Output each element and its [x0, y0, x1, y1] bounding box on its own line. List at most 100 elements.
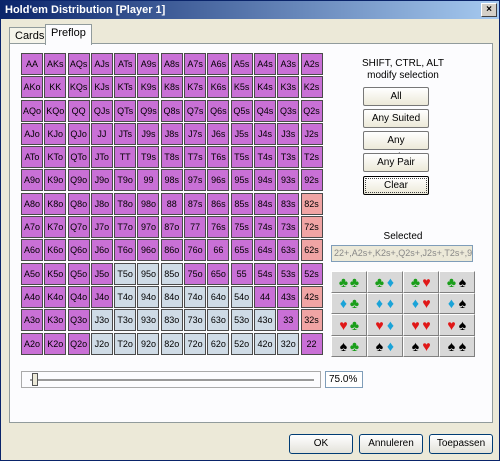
- hand-cell[interactable]: A9o: [21, 169, 43, 192]
- hand-cell[interactable]: K9o: [44, 169, 67, 192]
- hand-cell[interactable]: Q3s: [277, 99, 300, 122]
- hand-cell[interactable]: Q6s: [207, 99, 230, 122]
- hand-cell[interactable]: 76s: [207, 216, 230, 239]
- hand-cell[interactable]: 64o: [207, 285, 230, 308]
- hand-cell[interactable]: K8o: [44, 192, 67, 215]
- hand-cell[interactable]: 95o: [137, 262, 160, 285]
- suit-combo-club-heart[interactable]: ♣ ♥: [403, 271, 439, 293]
- hand-cell[interactable]: 33: [277, 309, 300, 332]
- hand-cell[interactable]: AQo: [21, 99, 43, 122]
- hand-cell[interactable]: 88: [160, 192, 183, 215]
- hand-cell[interactable]: 96s: [207, 169, 230, 192]
- suit-combo-heart-diamond[interactable]: ♥ ♦: [367, 314, 403, 336]
- hand-cell[interactable]: AKo: [21, 76, 43, 99]
- hand-cell[interactable]: 66: [207, 239, 230, 262]
- hand-cell[interactable]: A2s: [300, 53, 323, 75]
- hand-cell[interactable]: 82o: [160, 332, 183, 355]
- ok-button[interactable]: OK: [289, 434, 353, 454]
- selected-range-field[interactable]: 22+,A2s+,K2s+,Q2s+,J2s+,T2s+,9: [331, 245, 473, 262]
- hand-cell[interactable]: 72o: [184, 332, 207, 355]
- hand-cell[interactable]: K3o: [44, 309, 67, 332]
- hand-cell[interactable]: AKs: [44, 53, 67, 75]
- hand-cell[interactable]: 73s: [277, 216, 300, 239]
- hand-cell[interactable]: 85o: [160, 262, 183, 285]
- suit-combo-heart-spade[interactable]: ♥ ♠: [439, 314, 475, 336]
- hand-cell[interactable]: T8o: [114, 192, 137, 215]
- hand-cell[interactable]: K4o: [44, 285, 67, 308]
- hand-cell[interactable]: J5o: [90, 262, 113, 285]
- hand-cell[interactable]: 86s: [207, 192, 230, 215]
- hand-cell[interactable]: 72s: [300, 216, 323, 239]
- hand-cell[interactable]: J2s: [300, 122, 323, 145]
- hand-cell[interactable]: T8s: [160, 146, 183, 169]
- hand-cell[interactable]: 52s: [300, 262, 323, 285]
- range-slider[interactable]: [21, 371, 321, 388]
- hand-cell[interactable]: ATs: [114, 53, 137, 75]
- hand-cell[interactable]: A7o: [21, 216, 43, 239]
- hand-cell[interactable]: A8o: [21, 192, 43, 215]
- hand-cell[interactable]: 98s: [160, 169, 183, 192]
- hand-cell[interactable]: KQs: [67, 76, 90, 99]
- hand-cell[interactable]: 94s: [253, 169, 276, 192]
- suit-combo-spade-spade[interactable]: ♠ ♠: [439, 335, 475, 357]
- hand-cell[interactable]: Q4s: [253, 99, 276, 122]
- hand-cell[interactable]: J8o: [90, 192, 113, 215]
- hand-cell[interactable]: Q8s: [160, 99, 183, 122]
- hand-cell[interactable]: K6o: [44, 239, 67, 262]
- slider-thumb[interactable]: [32, 373, 38, 386]
- hand-cell[interactable]: 92o: [137, 332, 160, 355]
- all-button[interactable]: All: [363, 87, 429, 106]
- suit-combo-diamond-spade[interactable]: ♦ ♠: [439, 292, 475, 314]
- hand-cell[interactable]: Q5o: [67, 262, 90, 285]
- hand-cell[interactable]: 43s: [277, 285, 300, 308]
- hand-cell[interactable]: 63o: [207, 309, 230, 332]
- hand-cell[interactable]: QTs: [114, 99, 137, 122]
- hand-cell[interactable]: K5s: [230, 76, 253, 99]
- suit-combo-club-club[interactable]: ♣ ♣: [331, 271, 367, 293]
- hand-cell[interactable]: T4s: [253, 146, 276, 169]
- hand-cell[interactable]: AJo: [21, 122, 43, 145]
- hand-cell[interactable]: 82s: [300, 192, 323, 215]
- hand-cell[interactable]: 52o: [230, 332, 253, 355]
- hand-cell[interactable]: T6o: [114, 239, 137, 262]
- hand-cell[interactable]: 87o: [160, 216, 183, 239]
- hand-cell[interactable]: K7o: [44, 216, 67, 239]
- hand-cell[interactable]: A5o: [21, 262, 43, 285]
- hand-cell[interactable]: 54s: [253, 262, 276, 285]
- hand-cell[interactable]: KQo: [44, 99, 67, 122]
- any-broadway-button[interactable]: Any Broadway: [363, 131, 429, 163]
- hand-cell[interactable]: K6s: [207, 76, 230, 99]
- hand-cell[interactable]: 93o: [137, 309, 160, 332]
- hand-cell[interactable]: 93s: [277, 169, 300, 192]
- hand-cell[interactable]: J4s: [253, 122, 276, 145]
- hand-cell[interactable]: KTo: [44, 146, 67, 169]
- suit-combo-heart-heart[interactable]: ♥ ♥: [403, 314, 439, 336]
- hand-cell[interactable]: 54o: [230, 285, 253, 308]
- hand-cell[interactable]: 53s: [277, 262, 300, 285]
- hand-cell[interactable]: 64s: [253, 239, 276, 262]
- hand-cell[interactable]: 87s: [184, 192, 207, 215]
- hand-cell[interactable]: 95s: [230, 169, 253, 192]
- any-pair-button[interactable]: Any Pair: [363, 153, 429, 172]
- hand-cell[interactable]: 62s: [300, 239, 323, 262]
- hand-cell[interactable]: J9o: [90, 169, 113, 192]
- hand-cell[interactable]: K2o: [44, 332, 67, 355]
- suit-combo-spade-diamond[interactable]: ♠ ♦: [367, 335, 403, 357]
- hand-cell[interactable]: Q6o: [67, 239, 90, 262]
- suit-combo-club-spade[interactable]: ♣ ♠: [439, 271, 475, 293]
- hand-cell[interactable]: 42s: [300, 285, 323, 308]
- hand-cell[interactable]: K2s: [300, 76, 323, 99]
- hand-cell[interactable]: 55: [230, 262, 253, 285]
- hand-cell[interactable]: 86o: [160, 239, 183, 262]
- suit-combo-diamond-club[interactable]: ♦ ♣: [331, 292, 367, 314]
- hand-cell[interactable]: J3s: [277, 122, 300, 145]
- hand-cell[interactable]: J7o: [90, 216, 113, 239]
- hand-cell[interactable]: K7s: [184, 76, 207, 99]
- hand-cell[interactable]: J7s: [184, 122, 207, 145]
- hand-cell[interactable]: A9s: [137, 53, 160, 75]
- hand-cell[interactable]: T3o: [114, 309, 137, 332]
- hand-cell[interactable]: Q5s: [230, 99, 253, 122]
- hand-cell[interactable]: AQs: [67, 53, 90, 75]
- hand-cell[interactable]: 97o: [137, 216, 160, 239]
- hand-cell[interactable]: 75s: [230, 216, 253, 239]
